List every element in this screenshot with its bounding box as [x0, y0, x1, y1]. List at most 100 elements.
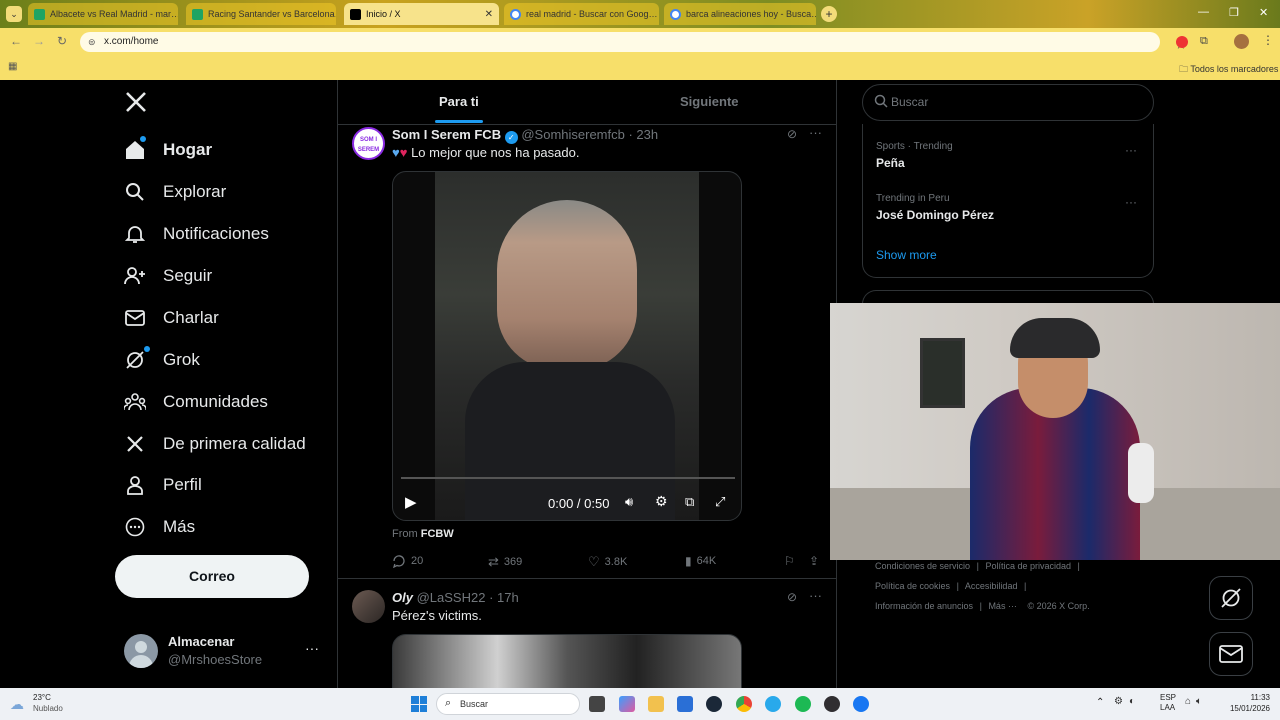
- nav-charlar[interactable]: Charlar: [124, 303, 219, 333]
- tab-inicio-x[interactable]: Inicio / X ✕: [344, 3, 499, 25]
- post-more-icon[interactable]: ···: [809, 588, 822, 603]
- nav-hogar[interactable]: Hogar: [124, 135, 212, 165]
- post-author[interactable]: Som I Serem FCB: [392, 127, 501, 142]
- search-input[interactable]: Buscar: [862, 84, 1154, 121]
- post-avatar[interactable]: SOM I SEREM: [352, 127, 385, 160]
- reload-icon[interactable]: ↻: [57, 34, 67, 48]
- forward-icon[interactable]: →: [33, 34, 45, 48]
- volume-icon[interactable]: 🔊︎: [625, 494, 633, 510]
- tab-real-madrid[interactable]: real madrid - Buscar con Goog… ✕: [504, 3, 659, 25]
- file-explorer-icon[interactable]: [648, 696, 664, 712]
- footer-link[interactable]: Política de cookies: [875, 581, 950, 591]
- site-info-icon[interactable]: ⊜: [88, 32, 96, 52]
- tab-barca[interactable]: barca alineaciones hoy - Busca… ✕: [664, 3, 816, 25]
- all-bookmarks-folder[interactable]: 🗀 Todos los marcadores: [1179, 62, 1278, 78]
- from-source[interactable]: FCBW: [421, 528, 454, 540]
- tab-para-ti[interactable]: Para ti: [439, 94, 479, 109]
- copilot-icon[interactable]: [619, 696, 635, 712]
- footer-link[interactable]: Condiciones de servicio: [875, 561, 970, 571]
- picture-in-picture-icon[interactable]: ⧉: [685, 494, 694, 510]
- tray-overflow-icon[interactable]: ⌃: [1096, 697, 1104, 708]
- nav-seguir[interactable]: Seguir: [124, 261, 212, 291]
- tab-list-button[interactable]: ⌄: [6, 6, 22, 22]
- grok-float-button[interactable]: [1209, 576, 1253, 620]
- post-more-icon[interactable]: ···: [809, 125, 822, 140]
- profile-avatar-icon[interactable]: [1234, 34, 1249, 49]
- chrome-icon[interactable]: [736, 696, 752, 712]
- footer-link[interactable]: Información de anuncios: [875, 601, 973, 611]
- post-button[interactable]: Correo: [115, 555, 309, 598]
- new-tab-button[interactable]: +: [821, 6, 837, 22]
- settings-gear-icon[interactable]: ⚙: [655, 493, 668, 510]
- reply-button[interactable]: 20: [392, 554, 423, 568]
- close-icon[interactable]: ✕: [479, 9, 493, 20]
- post-media[interactable]: [392, 634, 742, 694]
- language-indicator[interactable]: ESP LAA: [1160, 693, 1176, 713]
- close-window-icon[interactable]: ✕: [1259, 6, 1268, 19]
- nav-grok[interactable]: Grok: [124, 345, 200, 375]
- nav-notificaciones[interactable]: Notificaciones: [124, 219, 269, 249]
- close-icon[interactable]: ✕: [658, 9, 659, 20]
- maximize-icon[interactable]: ❐: [1229, 6, 1239, 19]
- nav-comunidades[interactable]: Comunidades: [124, 387, 268, 417]
- tab-albacete[interactable]: Albacete vs Real Madrid - mar… ✕: [28, 3, 178, 25]
- store-icon[interactable]: [677, 696, 693, 712]
- nav-perfil[interactable]: Perfil: [124, 470, 202, 500]
- footer-link[interactable]: Más ···: [988, 601, 1017, 611]
- post-time[interactable]: · 17h: [489, 590, 519, 605]
- share-button[interactable]: ⇪: [809, 554, 819, 568]
- bookmark-button[interactable]: ⚐: [784, 554, 795, 568]
- show-more-link[interactable]: Show more: [876, 248, 937, 262]
- fullscreen-icon[interactable]: ⤢: [715, 494, 725, 510]
- trend-item[interactable]: Sports · Trending Peña ···: [876, 141, 1146, 175]
- telegram-icon[interactable]: [765, 696, 781, 712]
- post-author[interactable]: Oly: [392, 590, 413, 605]
- repost-button[interactable]: ⇄ 369: [488, 554, 522, 570]
- start-button[interactable]: [411, 696, 427, 712]
- tab-siguiente[interactable]: Siguiente: [680, 94, 739, 109]
- steam-icon[interactable]: [706, 696, 722, 712]
- obs-icon[interactable]: [824, 696, 840, 712]
- footer-link[interactable]: Política de privacidad: [985, 561, 1071, 571]
- nav-premium[interactable]: De primera calidad: [124, 429, 306, 459]
- back-icon[interactable]: ←: [10, 34, 22, 48]
- search-icon: [124, 181, 146, 203]
- minimize-icon[interactable]: —: [1198, 6, 1209, 18]
- post-handle[interactable]: @Somhiseremfcb: [521, 127, 625, 142]
- views-button[interactable]: ▮ 64K: [685, 554, 716, 568]
- video-progress-bar[interactable]: [401, 477, 735, 479]
- system-icons[interactable]: ⌂🔈︎: [1185, 696, 1207, 707]
- apps-grid-icon[interactable]: ▦: [8, 61, 17, 72]
- spotify-icon[interactable]: [795, 696, 811, 712]
- facebook-icon[interactable]: [853, 696, 869, 712]
- nav-mas[interactable]: Más: [124, 512, 195, 542]
- trend-more-icon[interactable]: ···: [1125, 195, 1137, 209]
- post-time[interactable]: · 23h: [628, 127, 658, 142]
- verified-badge-icon: ✓: [504, 131, 518, 144]
- footer-link[interactable]: Accesibilidad: [965, 581, 1018, 591]
- account-switcher[interactable]: Almacenar @MrshoesStore ···: [124, 632, 324, 668]
- x-logo-icon[interactable]: [124, 90, 150, 116]
- video-player[interactable]: ▶ 0:00 / 0:50 🔊︎ ⚙ ⧉ ⤢: [392, 171, 742, 521]
- clock[interactable]: 11:33 15/01/2026: [1222, 692, 1270, 714]
- tab-racing[interactable]: Racing Santander vs Barcelona… ✕: [186, 3, 336, 25]
- trend-item[interactable]: Trending in Peru José Domingo Pérez ···: [876, 193, 1146, 227]
- repost-count: 369: [503, 556, 523, 568]
- nav-explorar[interactable]: Explorar: [124, 177, 226, 207]
- extensions-icon[interactable]: ⧉: [1200, 35, 1208, 48]
- post-handle[interactable]: @LaSSH22: [417, 590, 486, 605]
- trend-more-icon[interactable]: ···: [1125, 143, 1137, 157]
- taskbar-search[interactable]: ⌕ Buscar: [436, 693, 580, 715]
- grok-icon[interactable]: ⊘: [787, 590, 797, 604]
- grok-icon[interactable]: ⊘: [787, 127, 797, 141]
- nav-label: Hogar: [163, 140, 213, 159]
- post-avatar[interactable]: [352, 590, 385, 623]
- messages-float-button[interactable]: [1209, 632, 1253, 676]
- play-icon[interactable]: ▶: [405, 493, 417, 511]
- like-button[interactable]: ♡ 3.8K: [588, 554, 627, 570]
- browser-menu-icon[interactable]: ⋮: [1262, 33, 1274, 47]
- address-bar[interactable]: ⊜ x.com/home: [80, 32, 1160, 52]
- task-view-icon[interactable]: [589, 696, 605, 712]
- more-dots-icon[interactable]: ···: [305, 640, 319, 656]
- adblock-icon[interactable]: [1176, 36, 1188, 48]
